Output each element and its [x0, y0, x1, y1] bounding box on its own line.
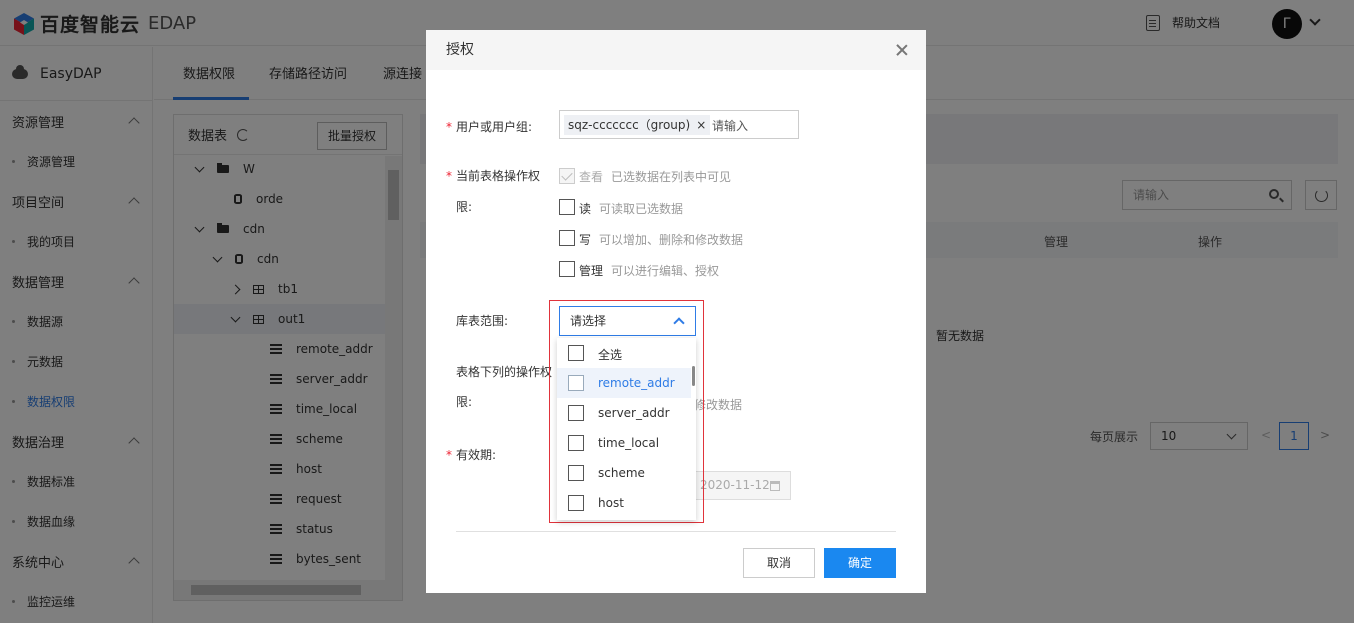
permission-field-label: * 当前表格操作权 [446, 169, 541, 183]
option-label: time_local [598, 436, 660, 450]
scope-option[interactable]: scheme [557, 458, 691, 488]
option-label: remote_addr [598, 376, 675, 390]
option-label: server_addr [598, 406, 670, 420]
label-text: 有效期: [456, 448, 497, 462]
option-checkbox[interactable] [568, 405, 584, 421]
calendar-icon [770, 481, 780, 491]
read-desc: 可读取已选数据 [599, 202, 684, 216]
scope-field-label: 库表范围: [456, 314, 509, 328]
column-permission-label: 表格下列的操作权 [456, 365, 553, 379]
user-tag: sqz-ccccccc（group) × [564, 115, 711, 135]
option-checkbox[interactable] [568, 375, 584, 391]
read-checkbox[interactable] [559, 199, 575, 215]
scope-select-placeholder: 请选择 [570, 314, 607, 328]
option-label: scheme [598, 466, 645, 480]
manage-checkbox[interactable] [559, 261, 575, 277]
option-label: 全选 [598, 348, 623, 362]
scope-option[interactable]: remote_addr [557, 368, 691, 398]
option-checkbox[interactable] [568, 465, 584, 481]
user-tag-label: sqz-ccccccc（group) [568, 118, 691, 132]
view-checkbox [559, 168, 575, 184]
manage-desc: 可以进行编辑、授权 [611, 264, 720, 278]
option-checkbox[interactable] [568, 435, 584, 451]
dialog-title: 授权 [446, 42, 474, 58]
dropdown-scrollbar[interactable] [692, 366, 695, 386]
permission-field-label-cont: 限: [456, 200, 473, 214]
write-checkbox[interactable] [559, 230, 575, 246]
option-checkbox[interactable] [568, 345, 584, 361]
dialog-header: 授权 [426, 30, 926, 70]
end-date-picker[interactable]: 2020-11-12 [691, 471, 791, 500]
write-desc: 可以增加、删除和修改数据 [599, 233, 744, 247]
close-icon[interactable]: × [696, 118, 706, 132]
scope-option[interactable]: time_local [557, 428, 691, 458]
label-text: 当前表格操作权 [456, 169, 541, 183]
label-text: 用户或用户组: [456, 120, 533, 134]
scope-select[interactable]: 请选择 [559, 306, 696, 336]
user-input-placeholder: 请输入 [712, 119, 749, 133]
user-field-label: * 用户或用户组: [446, 120, 533, 134]
option-checkbox[interactable] [568, 495, 584, 511]
chevron-up-icon [673, 317, 685, 329]
footer-divider [456, 531, 896, 532]
scope-option[interactable]: server_addr [557, 398, 691, 428]
end-date-value: 2020-11-12 [700, 478, 770, 492]
scope-option-select-all[interactable]: 全选 [557, 338, 691, 368]
close-icon[interactable] [896, 44, 908, 56]
scope-dropdown: 全选 remote_addr server_addr time_local sc… [557, 338, 696, 520]
column-permission-label-cont: 限: [456, 395, 473, 409]
view-label: 查看 [579, 170, 604, 184]
option-label: host [598, 496, 624, 510]
authorize-dialog: 授权 * 用户或用户组: sqz-ccccccc（group) × 请输入 * 当前表… [426, 30, 926, 593]
manage-label[interactable]: 管理 [579, 262, 603, 279]
validity-field-label: * 有效期: [446, 448, 497, 462]
confirm-button[interactable]: 确定 [824, 548, 896, 578]
view-desc: 已选数据在列表中可见 [611, 170, 732, 184]
user-group-input[interactable]: sqz-ccccccc（group) × 请输入 [559, 110, 799, 139]
read-label[interactable]: 读 [579, 200, 591, 217]
scope-option[interactable]: host [557, 488, 691, 518]
cancel-button[interactable]: 取消 [743, 548, 815, 578]
write-label[interactable]: 写 [579, 231, 591, 248]
